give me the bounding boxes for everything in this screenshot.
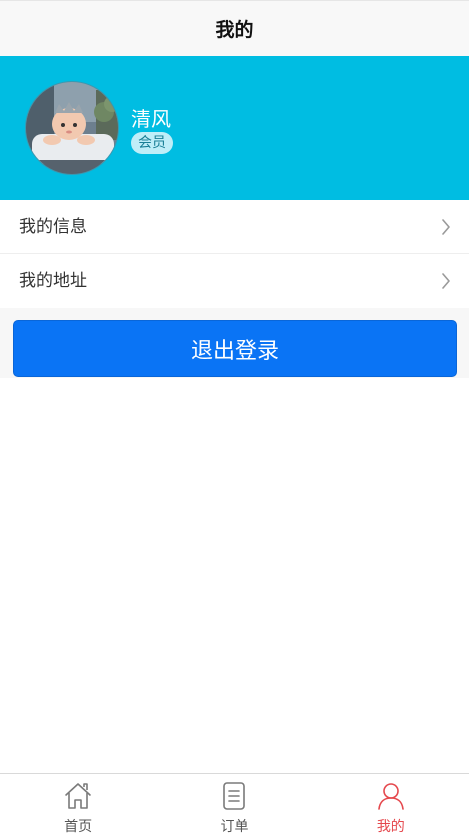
document-icon [223,782,246,810]
tab-orders[interactable]: 订单 [156,774,312,835]
logout-section: 退出登录 [0,308,469,378]
avatar[interactable] [25,81,119,175]
app-root: 我的 清风 会员 我的信息 我的地址 退出登录 首页 订单 我的 [0,0,469,835]
member-badge: 会员 [131,132,173,154]
menu-list: 我的信息 我的地址 [0,200,469,308]
home-icon [65,783,91,809]
menu-item-my-address[interactable]: 我的地址 [0,254,469,308]
tab-label: 订单 [220,819,249,835]
user-icon [378,783,404,810]
tab-label: 我的 [376,819,405,835]
tab-label: 首页 [64,819,93,835]
chevron-right-icon [442,273,450,289]
navigation-bar: 我的 [0,0,469,56]
menu-item-my-info[interactable]: 我的信息 [0,200,469,254]
chevron-right-icon [442,219,450,235]
tab-mine[interactable]: 我的 [313,774,469,835]
username: 清风 [131,107,171,131]
logout-button[interactable]: 退出登录 [13,320,457,377]
page-title: 我的 [215,19,254,41]
menu-item-label: 我的信息 [19,217,87,237]
tab-bar: 首页 订单 我的 [0,773,469,835]
profile-header: 清风 会员 [0,56,469,200]
menu-item-label: 我的地址 [19,271,87,291]
tab-home[interactable]: 首页 [0,774,156,835]
baby-photo-image [26,82,118,174]
